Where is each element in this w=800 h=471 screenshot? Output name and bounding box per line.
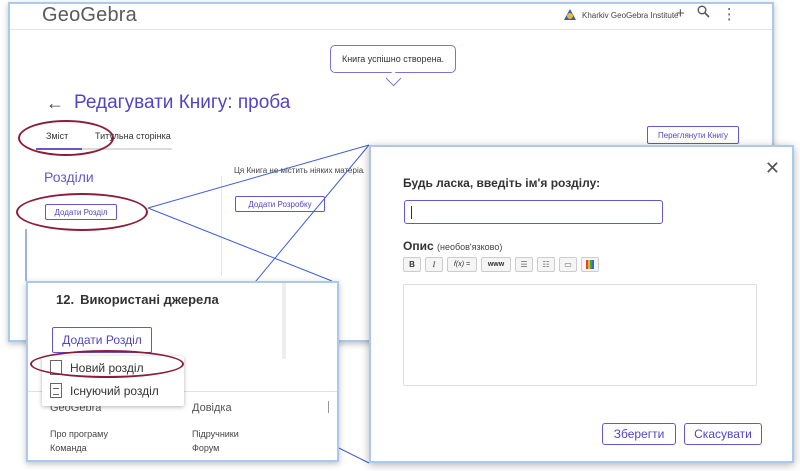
footer-link-about[interactable]: Про програму [50, 429, 108, 439]
italic-button[interactable]: I [425, 257, 443, 272]
institute-name: Kharkiv GeoGebra Institute [582, 10, 679, 20]
card-edge [282, 283, 286, 359]
footer-col-help: Довідка [192, 402, 232, 414]
bullet-list-icon[interactable]: ☰ [515, 257, 533, 272]
add-section-menu: Новий розділ Існуючий розділ [42, 356, 184, 406]
top-icons: + ⋮ [676, 5, 737, 23]
page-title-text: Редагувати Книгу: проба [74, 92, 291, 113]
document-lines-icon [50, 383, 62, 398]
section-title: 12. Використані джерела [56, 292, 219, 307]
close-icon[interactable]: ✕ [765, 159, 780, 177]
view-book-button[interactable]: Переглянути Книгу [647, 126, 739, 144]
sections-heading: Розділи [44, 169, 94, 185]
numbered-list-icon[interactable]: ☷ [537, 257, 555, 272]
menu-item-new-section[interactable]: Новий розділ [50, 360, 144, 375]
bold-button[interactable]: B [403, 257, 421, 272]
formula-button[interactable]: f(x) = [447, 257, 477, 272]
description-label-text: Опис [403, 239, 434, 253]
menu-item-label: Новий розділ [70, 360, 144, 375]
more-vertical-icon[interactable]: ⋮ [722, 5, 737, 23]
tab-track [82, 148, 172, 150]
optional-note: (необов'язково) [436, 242, 503, 252]
search-icon[interactable] [697, 5, 710, 23]
page-title: ← Редагувати Книгу: проба [46, 92, 290, 114]
section-number: 12. [56, 292, 75, 307]
new-section-dialog: ✕ Будь ласка, введіть ім'я розділу: Опис… [369, 145, 794, 463]
content-divider [221, 176, 222, 276]
toast-text: Книга успішно створена. [341, 54, 445, 64]
back-arrow-icon[interactable]: ← [46, 93, 64, 114]
add-section-button[interactable]: Додати Розділ [45, 204, 117, 220]
section-title-text: Використані джерела [80, 292, 219, 307]
institute-badge[interactable]: Kharkiv GeoGebra Institute [562, 8, 679, 22]
active-tab-indicator [36, 148, 82, 150]
tab-contents[interactable]: Зміст [46, 131, 68, 141]
footer-link-team[interactable]: Команда [50, 443, 87, 453]
menu-item-label: Існуючий розділ [70, 383, 159, 398]
description-textarea[interactable] [403, 284, 757, 386]
link-button[interactable]: www [481, 257, 511, 272]
plus-icon[interactable]: + [676, 5, 685, 23]
tab-title-page[interactable]: Титульна сторінка [95, 131, 171, 141]
success-toast: Книга успішно створена. [330, 45, 456, 73]
editor-toolbar: B I f(x) = www ☰ ☷ ▭ [403, 257, 599, 272]
zoom-inset: 12. Використані джерела Додати Розділ Geo… [26, 281, 339, 462]
cancel-button[interactable]: Скасувати [684, 423, 762, 445]
footer-separator [328, 401, 329, 413]
text-caret [411, 206, 412, 219]
section-name-label: Будь ласка, введіть ім'я розділу: [403, 176, 601, 190]
institute-logo-icon [564, 9, 576, 20]
footer-link-tutorials[interactable]: Підручники [192, 429, 239, 439]
geogebra-logo[interactable]: GeoGebra [42, 4, 137, 27]
footer-link-forum[interactable]: Форум [192, 443, 219, 453]
description-label: Опис (необов'язково) [403, 239, 502, 253]
document-icon [50, 360, 62, 375]
menu-item-existing-section[interactable]: Існуючий розділ [50, 383, 159, 398]
add-material-button[interactable]: Додати Розробку [235, 196, 325, 212]
save-button[interactable]: Зберегти [602, 423, 676, 445]
horizontal-rule-icon[interactable]: ▭ [559, 257, 577, 272]
empty-book-message: Ця Книга не містить ніяких матеріалів [234, 166, 364, 175]
color-palette-icon[interactable] [581, 257, 599, 272]
topbar-divider [10, 29, 772, 30]
section-name-input[interactable] [404, 200, 663, 224]
zoom-add-section-button[interactable]: Додати Розділ [52, 327, 152, 353]
